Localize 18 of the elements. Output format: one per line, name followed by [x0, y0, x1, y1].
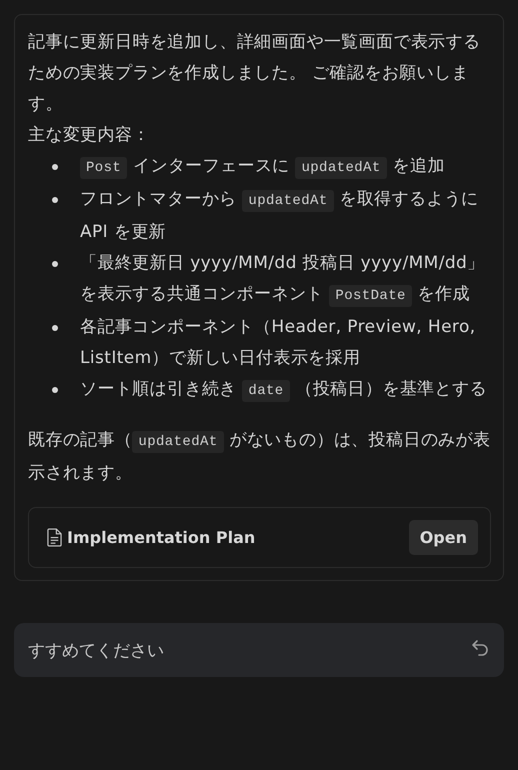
- section-heading: 主な変更内容：: [28, 124, 151, 147]
- bullet-icon: [52, 261, 58, 267]
- message-text: 既存の記事（ updatedAt がないもの）は、投稿日のみが表示されます。: [28, 429, 491, 485]
- bullet-icon: [52, 164, 58, 170]
- list-item-text: 各記事コンポーネント（Header, Preview, Hero, ListItem）で新しい日付表示を採用: [80, 316, 477, 370]
- reply-field[interactable]: すすめてください: [14, 623, 504, 677]
- list-item-text: ソート順は引き続き date （投稿日）を基準とする: [80, 374, 491, 407]
- message-text: 記事に更新日時を追加し、詳細画面や一覧画面で表示するための実装プランを作成しました。 ご確認をお願いします。: [28, 31, 482, 116]
- bullet-icon: [52, 325, 58, 331]
- open-button[interactable]: Open: [408, 520, 478, 555]
- bullet-icon: [52, 197, 58, 203]
- list-item-text: フロントマターから updatedAt を取得するように API を更新: [80, 188, 480, 244]
- artifact-title: Implementation Plan: [67, 528, 256, 547]
- list-item-text: 「最終更新日 yyyy/MM/dd 投稿日 yyyy/MM/dd」を表示する共通コンポーネント PostDate を作成: [80, 248, 491, 312]
- document-icon: [47, 528, 62, 547]
- undo-icon[interactable]: [470, 638, 490, 658]
- list-item-text: Post インターフェースに updatedAt を追加: [80, 151, 491, 184]
- bullet-icon: [52, 387, 58, 393]
